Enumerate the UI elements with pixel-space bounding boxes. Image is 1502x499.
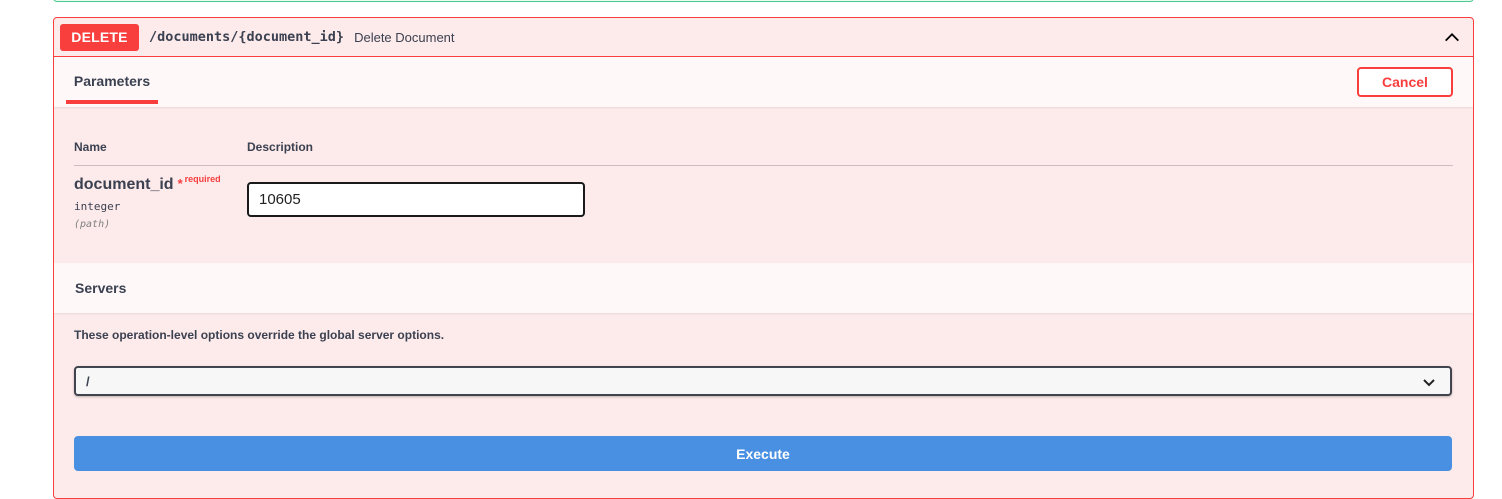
previous-operation-block	[53, 0, 1474, 2]
column-header-name: Name	[74, 140, 107, 154]
method-badge: DELETE	[60, 23, 139, 51]
operation-path: /documents/{document_id}	[149, 29, 345, 45]
table-divider	[74, 165, 1453, 166]
parameter-type: integer	[74, 200, 121, 213]
required-label: required	[184, 174, 221, 184]
servers-note: These operation-level options override t…	[74, 328, 445, 342]
column-header-description: Description	[247, 140, 314, 154]
operation-summary-text: Delete Document	[354, 29, 455, 45]
execute-button[interactable]: Execute	[74, 436, 1452, 471]
server-select-value: /	[86, 374, 90, 389]
servers-title: Servers	[75, 280, 127, 296]
cancel-button[interactable]: Cancel	[1357, 67, 1453, 97]
server-select[interactable]: /	[74, 366, 1452, 396]
required-star: *	[177, 176, 183, 191]
tab-parameters[interactable]: Parameters	[66, 57, 158, 104]
parameter-name: document_id * required	[74, 174, 221, 194]
parameters-header: Parameters Cancel	[54, 57, 1473, 107]
chevron-down-icon	[1423, 379, 1435, 387]
delete-operation-block: DELETE /documents/{document_id} Delete D…	[53, 17, 1474, 499]
chevron-up-icon[interactable]	[1443, 28, 1461, 46]
operation-summary[interactable]: DELETE /documents/{document_id} Delete D…	[54, 18, 1473, 57]
document-id-input[interactable]	[247, 182, 585, 217]
parameter-location: (path)	[74, 219, 111, 230]
parameter-name-text: document_id	[74, 176, 174, 193]
servers-header: Servers	[54, 263, 1473, 313]
